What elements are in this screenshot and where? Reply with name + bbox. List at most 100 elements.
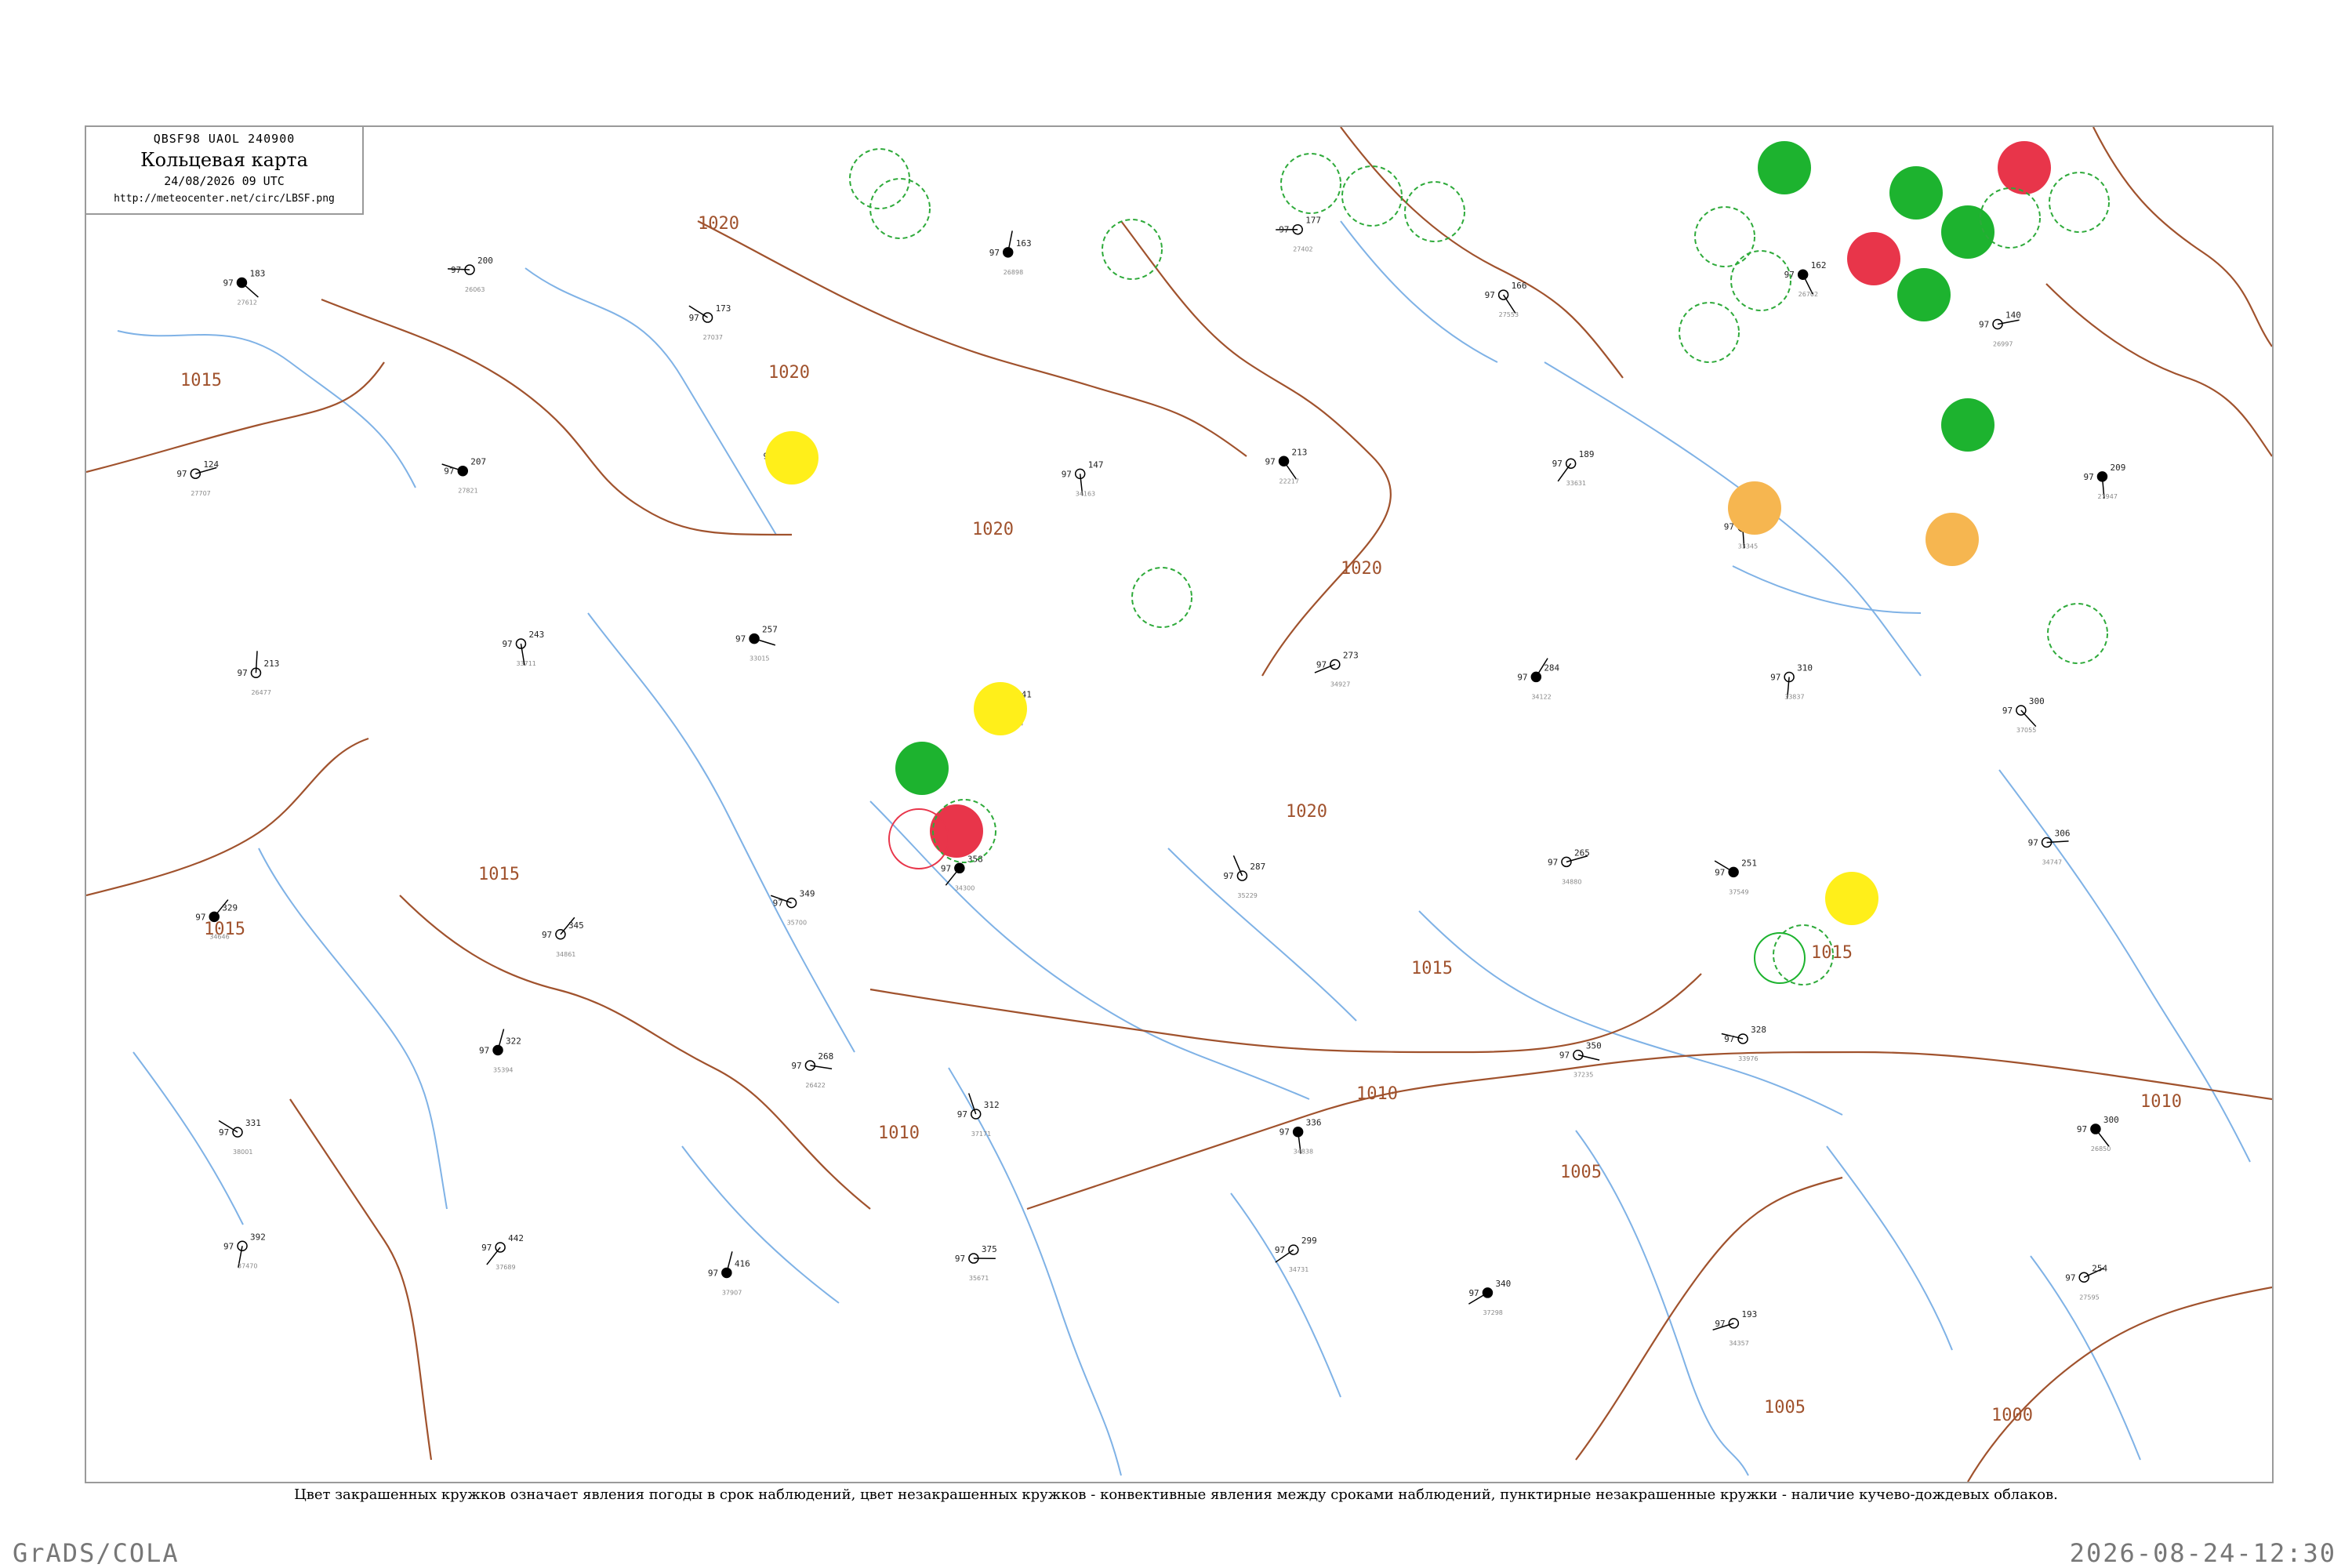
- station-model: 340 97 37298: [1468, 1279, 1511, 1316]
- station-pressure: 350: [1586, 1041, 1602, 1051]
- station-temperature: 97: [1062, 469, 1072, 479]
- station-model: 213 97 26477: [237, 651, 279, 696]
- station-id: 26702: [1798, 291, 1818, 298]
- station-temperature: 97: [451, 265, 461, 275]
- isobar-label: 1020: [768, 363, 810, 383]
- station-pressure: 416: [735, 1258, 750, 1269]
- station-model: 173 97 27037: [688, 303, 731, 341]
- cb-dashed-ring: [1341, 165, 1403, 227]
- station-id: 34880: [1562, 878, 1581, 885]
- station-temperature: 97: [1715, 867, 1725, 877]
- green-filled-circle: [1889, 166, 1943, 220]
- cb-dashed-ring: [1280, 153, 1341, 214]
- isobar-label: 1010: [2140, 1092, 2182, 1112]
- green-filled-circle: [895, 742, 949, 795]
- station-pressure: 124: [203, 459, 219, 470]
- isobar-label: 1015: [180, 371, 222, 390]
- station-pressure: 147: [1088, 459, 1104, 470]
- station-temperature: 97: [791, 1061, 801, 1071]
- station-temperature: 97: [1724, 522, 1734, 532]
- station-pressure: 193: [1741, 1309, 1757, 1319]
- station-pressure: 209: [2110, 463, 2125, 473]
- cb-dashed-ring: [1694, 206, 1755, 267]
- station-pressure: 310: [1797, 663, 1813, 673]
- station-id: 34861: [556, 951, 575, 958]
- station-pressure: 173: [716, 303, 731, 314]
- station-model: 349 97 35700: [770, 889, 815, 927]
- wind-barb: [241, 281, 259, 298]
- station-layer: 183 97 27612 200 97 26063 173 97 27037 163 97 26898…: [176, 216, 2125, 1347]
- station-temperature: 97: [735, 634, 746, 644]
- station-temperature: 97: [1979, 319, 1989, 329]
- station-temperature: 97: [2065, 1272, 2075, 1283]
- station-temperature: 97: [2077, 1124, 2087, 1134]
- station-id: 26422: [805, 1082, 825, 1089]
- station-temperature: 97: [1559, 1051, 1570, 1061]
- cb-dashed-ring: [849, 148, 910, 209]
- station-id: 34122: [1531, 693, 1551, 700]
- wind-barb: [2095, 1128, 2110, 1147]
- station-model: 392 97 37470: [223, 1232, 266, 1269]
- isobar-label: 1020: [698, 214, 739, 234]
- isobar-label-layer: 1015102010201020102010201015101510151015…: [180, 214, 2182, 1425]
- footer-software: GrADS/COLA: [13, 1538, 180, 1568]
- source-link[interactable]: http://meteocenter.net/circ/LBSF.png: [86, 193, 362, 205]
- cb-dashed-ring: [1131, 567, 1192, 628]
- station-temperature: 97: [481, 1243, 492, 1253]
- station-id: 37055: [2016, 727, 2036, 734]
- station-id: 27553: [1499, 311, 1519, 318]
- wind-barb: [2020, 710, 2037, 728]
- station-id: 27402: [1293, 246, 1312, 253]
- cloud-cover-symbol: [1561, 856, 1572, 868]
- station-temperature: 97: [1279, 1127, 1290, 1138]
- station-model: 147 97 34163: [1062, 459, 1104, 497]
- station-model: 345 97 34861: [542, 916, 584, 958]
- station-model: 331 97 38001: [218, 1118, 261, 1156]
- yellow-filled-circle: [974, 682, 1027, 735]
- station-pressure: 177: [1305, 216, 1321, 226]
- wind-barb: [1283, 460, 1298, 480]
- station-id: 26477: [251, 689, 270, 696]
- station-temperature: 97: [1724, 1034, 1734, 1044]
- station-pressure: 392: [250, 1232, 266, 1242]
- station-temperature: 97: [689, 313, 699, 323]
- station-id: 26898: [1004, 269, 1023, 276]
- station-pressure: 349: [800, 889, 815, 899]
- station-id: 27595: [2079, 1294, 2099, 1301]
- isobar-layer: [86, 127, 2272, 1482]
- station-temperature: 97: [1468, 1288, 1479, 1298]
- map-title: Кольцевая карта: [140, 149, 308, 171]
- station-temperature: 97: [1770, 673, 1780, 683]
- station-id: 27612: [237, 299, 256, 307]
- station-id: 35229: [1237, 892, 1257, 899]
- station-pressure: 213: [1292, 447, 1308, 457]
- station-id: 35394: [493, 1067, 513, 1074]
- weather-map: 1015 1020 1020 1020 1020 1020 1015 1015 1015 1015…: [85, 125, 2274, 1483]
- isobar-label: 1015: [1811, 943, 1853, 963]
- station-model: 140 97 26997: [1979, 310, 2021, 347]
- map-time: 24/08/2026 09 UTC: [164, 174, 285, 188]
- station-model: 350 97 37235: [1559, 1041, 1602, 1079]
- station-id: 26850: [2091, 1145, 2111, 1152]
- red-filled-circle: [1847, 232, 1900, 285]
- station-model: 375 97 35671: [955, 1244, 997, 1282]
- station-id: 34357: [1729, 1340, 1748, 1347]
- station-model: 322 97 35394: [479, 1029, 521, 1074]
- station-pressure: 200: [477, 256, 493, 266]
- station-id: 33345: [1738, 543, 1758, 550]
- station-model: 251 97 37549: [1714, 858, 1757, 895]
- station-model: 268 97 26422: [791, 1051, 833, 1089]
- station-model: 183 97 27612: [223, 269, 265, 307]
- station-pressure: 243: [528, 630, 544, 640]
- isobar-label: 1020: [1341, 559, 1382, 579]
- station-model: 300 97 26850: [2077, 1115, 2119, 1152]
- station-id: 33711: [516, 660, 535, 667]
- station-id: 33631: [1566, 480, 1586, 487]
- station-temperature: 97: [1552, 459, 1563, 469]
- station-model: 193 97 34357: [1712, 1309, 1757, 1347]
- station-temperature: 97: [479, 1046, 489, 1056]
- station-temperature: 97: [941, 863, 951, 873]
- station-temperature: 97: [1316, 659, 1327, 670]
- cb-dashed-ring: [2049, 172, 2110, 233]
- station-model: 306 97 34747: [2028, 829, 2071, 866]
